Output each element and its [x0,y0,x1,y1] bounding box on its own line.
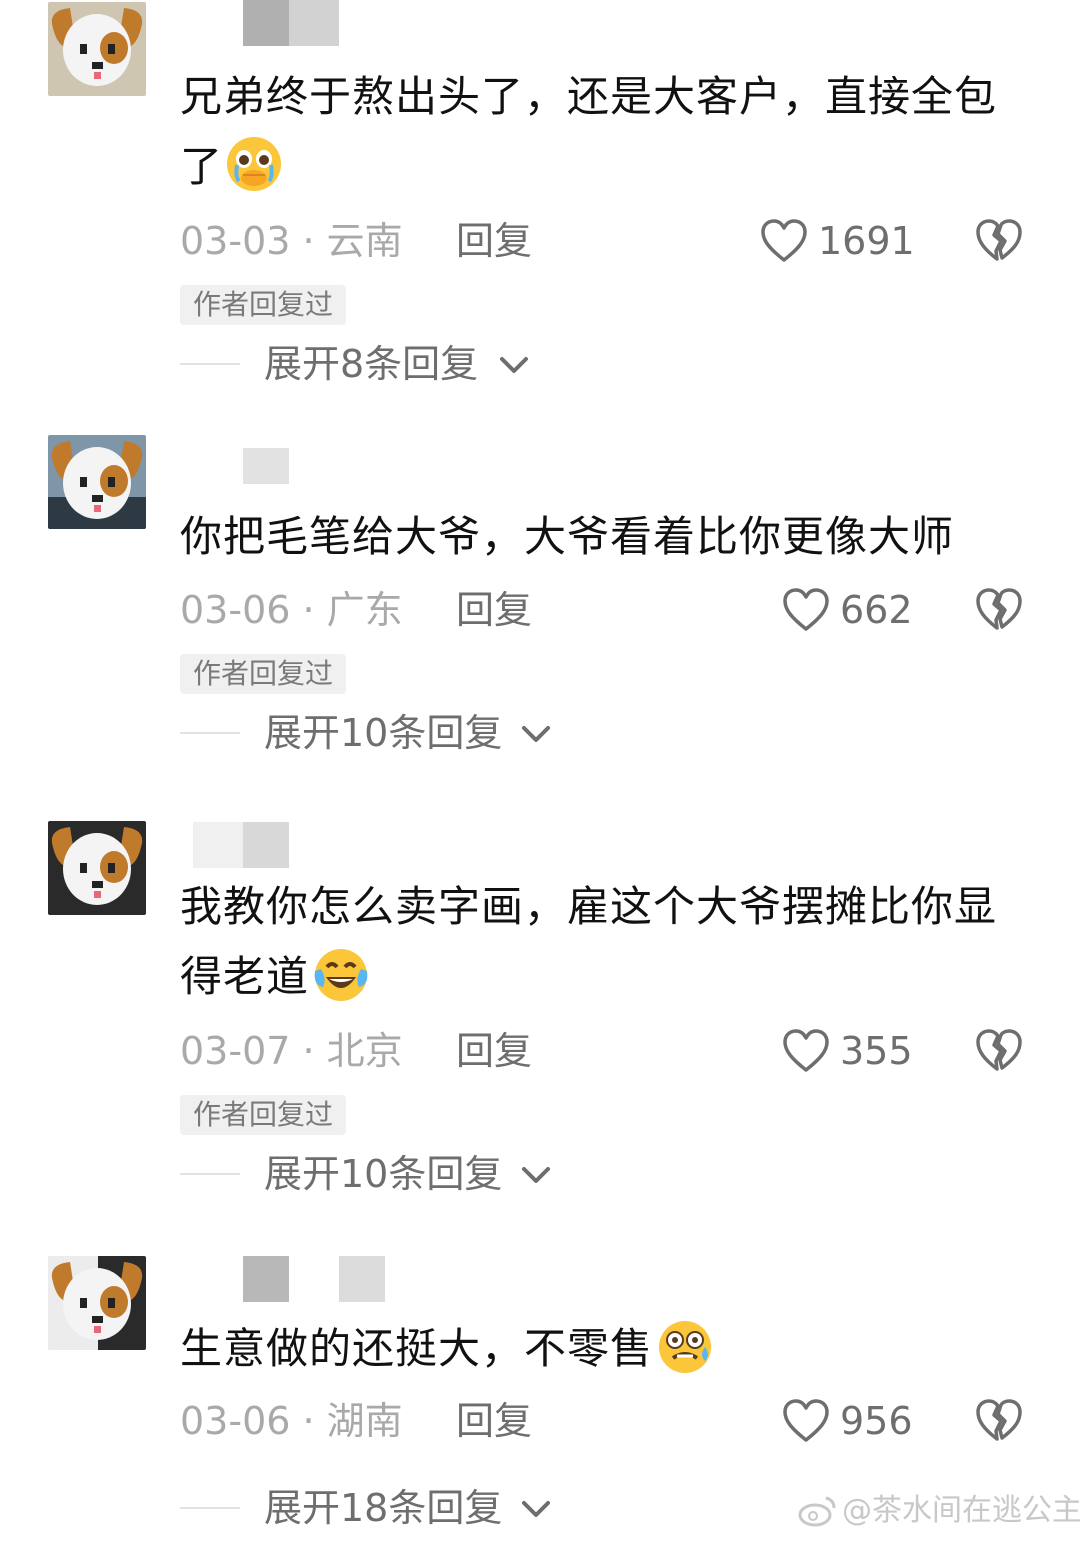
chevron-down-icon [522,1167,550,1183]
comment-item: 我教你怎么卖字画，雇这个大爷摆摊比你显得老道 03-07 · 北京 回复 355… [0,800,1080,1220]
broken-heart-icon [976,588,1022,630]
broken-heart-icon [976,1399,1022,1441]
avatar[interactable] [48,435,146,529]
expand-replies-label: 展开18条回复 [264,1486,503,1530]
crying-pleading-emoji-icon [225,135,283,214]
comment-text: 兄弟终于熬出头了，还是大客户，直接全包了 [180,62,1010,214]
comment-body: 我教你怎么卖字画，雇这个大爷摆摊比你显得老道 [180,882,998,1001]
comment-date-location: 03-03 · 云南 [180,219,403,263]
like-count: 956 [840,1399,913,1443]
comment-date-location: 03-06 · 广东 [180,588,403,632]
chevron-down-icon [522,1501,550,1517]
expand-replies[interactable]: 展开10条回复 [180,703,680,763]
like-count: 355 [840,1029,913,1073]
divider [180,363,240,365]
heart-icon [783,1399,829,1442]
weibo-logo-icon [798,1496,836,1527]
broken-heart-icon [976,219,1022,261]
comment-item: 兄弟终于熬出头了，还是大客户，直接全包了 03-03 · 云南 回复 1691 … [0,0,1080,400]
woozy-sweat-emoji-icon [655,1317,715,1396]
reply-button[interactable]: 回复 [456,211,532,271]
expand-replies-label: 展开10条回复 [264,711,503,755]
comment-meta: 03-06 · 广东 回复 662 [180,580,1040,640]
comment-meta: 03-06 · 湖南 回复 956 [180,1391,1040,1451]
reply-button[interactable]: 回复 [456,1021,532,1081]
laughing-crying-emoji-icon [311,945,371,1024]
reply-button[interactable]: 回复 [456,1391,532,1451]
watermark-text: @茶水间在逃公主 [842,1493,1080,1528]
expand-replies-label: 展开10条回复 [264,1152,503,1196]
broken-heart-icon [976,1029,1022,1071]
chevron-down-icon [500,357,528,373]
avatar[interactable] [48,1256,146,1350]
reply-button[interactable]: 回复 [456,580,532,640]
dislike-button[interactable] [975,1029,1023,1090]
like-count: 662 [840,588,913,632]
comment-body: 生意做的还挺大，不零售 [180,1324,654,1373]
comment-meta: 03-07 · 北京 回复 355 [180,1021,1040,1081]
comment-body: 兄弟终于熬出头了，还是大客户，直接全包了 [180,72,998,191]
author-replied-badge: 作者回复过 [180,285,347,325]
expand-replies[interactable]: 展开8条回复 [180,334,680,394]
divider [180,1173,240,1175]
author-replied-badge: 作者回复过 [180,1095,347,1135]
comment-text: 生意做的还挺大，不零售 [180,1314,1010,1396]
heart-icon [783,588,829,631]
like-count: 1691 [818,219,915,263]
chevron-down-icon [522,726,550,742]
dislike-button[interactable] [975,588,1023,649]
comment-body: 你把毛笔给大爷，大爷看着比你更像大师 [180,512,955,561]
comment-item: 你把毛笔给大爷，大爷看着比你更像大师 03-06 · 广东 回复 662 作者回… [0,400,1080,800]
comment-meta: 03-03 · 云南 回复 1691 [180,211,1040,271]
expand-replies[interactable]: 展开10条回复 [180,1144,680,1204]
divider [180,1507,240,1509]
author-replied-badge: 作者回复过 [180,654,347,694]
comment-date-location: 03-06 · 湖南 [180,1399,403,1443]
expand-replies[interactable]: 展开18条回复 [180,1478,680,1538]
avatar[interactable] [48,2,146,96]
dislike-button[interactable] [975,219,1023,280]
heart-icon [761,219,807,262]
avatar[interactable] [48,821,146,915]
comment-text: 你把毛笔给大爷，大爷看着比你更像大师 [180,502,1010,572]
comment-date-location: 03-07 · 北京 [180,1029,403,1073]
divider [180,732,240,734]
expand-replies-label: 展开8条回复 [264,342,479,386]
dislike-button[interactable] [975,1399,1023,1460]
heart-icon [783,1029,829,1072]
comment-text: 我教你怎么卖字画，雇这个大爷摆摊比你显得老道 [180,872,1010,1024]
weibo-watermark: @茶水间在逃公主 [798,1486,1080,1536]
